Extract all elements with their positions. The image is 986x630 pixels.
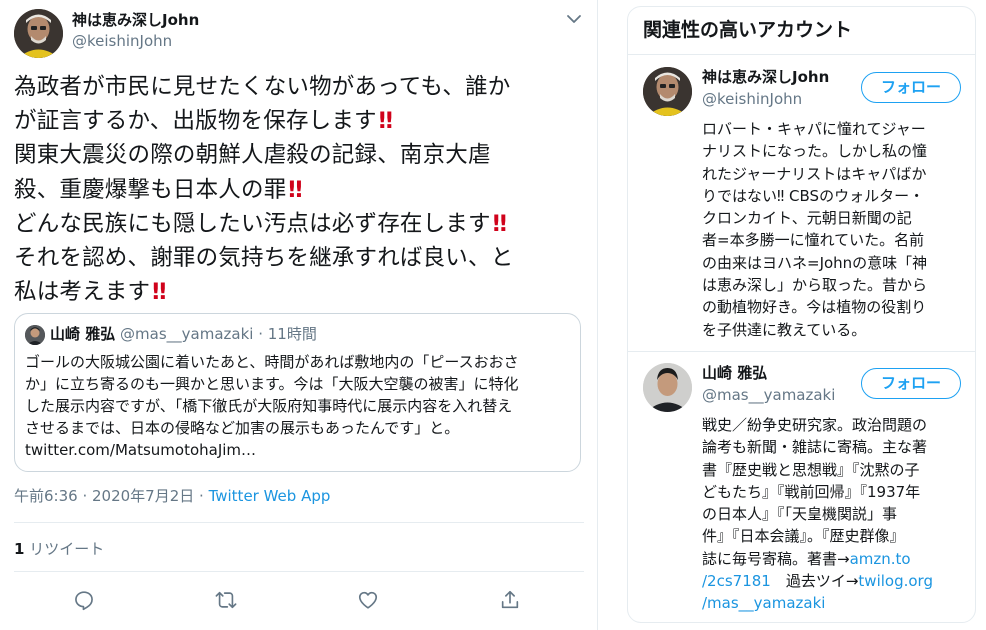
bio-line: クロンカイト、元朝日新聞の記	[702, 209, 912, 228]
bio-line: 誌に毎号寄稿。著書→amzn.to	[702, 549, 911, 568]
tweet-text-line: が証言するか、出版物を保存します‼	[14, 108, 393, 135]
quoted-tweet-header: 山崎 雅弘 @mas__yamazaki · 11時間	[50, 324, 317, 344]
retweet-count-label: リツイート	[24, 540, 105, 558]
double-exclamation-icon: ‼	[492, 210, 507, 237]
bio-line: 書『歴史戦と思想戦』『沈黙の子	[702, 460, 920, 479]
bio-line: ロバート・キャパに憧れてジャー	[702, 120, 926, 138]
quoted-text-line: させるまでは、日本の侵略など加害の展示もあったんです」と。	[25, 419, 460, 437]
bio-line: どもたち』『戦前回帰』『1937年	[702, 482, 921, 501]
follow-button[interactable]: フォロー	[861, 368, 961, 399]
tweet-text-line: 私は考えます‼	[14, 279, 166, 306]
quoted-text-line: か」に立ち寄るのも一興かと思います。今は「大阪大空襲の被害」に特化	[25, 375, 519, 393]
retweet-icon[interactable]	[211, 585, 241, 615]
account-card[interactable]: 神は恵み深しJohn @keishinJohn フォロー ロバート・キャパに憧れ…	[628, 67, 975, 352]
like-icon[interactable]	[353, 585, 383, 615]
divider	[14, 522, 584, 523]
bio-line: の由来はヨハネ=Johnの意味「神	[702, 253, 928, 272]
account-card[interactable]: 山崎 雅弘 @mas__yamazaki フォロー 戦史／紛争史研究家。政治問題…	[628, 363, 975, 618]
account-bio: ロバート・キャパに憧れてジャー ナリストになった。しかし私の憧 れたジャーナリス…	[702, 118, 964, 341]
author-name[interactable]: 神は恵み深しJohn	[72, 10, 199, 30]
relevant-accounts-panel: 関連性の高いアカウント 神は恵み深しJohn @keishinJohn フォロー…	[627, 6, 976, 623]
bio-line: の動植物好き。今は植物の役割り	[702, 298, 927, 317]
bio-line: れたジャーナリストはキャパばか	[702, 164, 927, 183]
bio-link[interactable]: twilog.org	[858, 572, 933, 590]
quoted-author-name: 山崎 雅弘	[50, 325, 116, 343]
tweet-detail: 神は恵み深しJohn @keishinJohn 為政者が市民に見せたくない物があ…	[0, 0, 598, 630]
bio-line: 件』『日本会議』。『歴史群像』	[702, 527, 905, 546]
share-icon[interactable]	[495, 585, 525, 615]
divider	[628, 351, 975, 352]
tweet-text-line: それを認め、謝罪の気持ちを継承すれば良い、と	[14, 245, 514, 272]
follow-button[interactable]: フォロー	[861, 72, 961, 103]
avatar[interactable]	[643, 67, 692, 116]
timestamp-text[interactable]: 午前6:36 · 2020年7月2日 ·	[14, 487, 209, 505]
bio-line: りではない‼ CBSのウォルター・	[702, 186, 925, 205]
retweet-count[interactable]: 1 リツイート	[14, 538, 104, 560]
account-handle[interactable]: @keishinJohn	[702, 89, 802, 109]
quoted-link: twitter.com/MatsumotohaJim…	[25, 441, 257, 459]
avatar	[25, 325, 45, 345]
quoted-author-handle-time: @mas__yamazaki · 11時間	[120, 325, 317, 343]
bio-line: の日本人』『「天皇機関説」事	[702, 505, 898, 524]
bio-line: を子供達に教えている。	[702, 320, 867, 339]
quoted-tweet[interactable]: 山崎 雅弘 @mas__yamazaki · 11時間 ゴールの大阪城公園に着い…	[14, 313, 581, 472]
bio-link[interactable]: /2cs7181	[702, 572, 771, 590]
double-exclamation-icon: ‼	[152, 279, 166, 306]
quoted-text-line: ゴールの大阪城公園に着いたあと、時間があれば敷地内の「ピースおおさ	[25, 353, 519, 371]
quoted-tweet-text: ゴールの大阪城公園に着いたあと、時間があれば敷地内の「ピースおおさ か」に立ち寄…	[25, 351, 577, 461]
avatar[interactable]	[14, 9, 63, 58]
bio-line: 者=本多勝一に憧れていた。名前	[702, 231, 925, 250]
source-link[interactable]: Twitter Web App	[209, 487, 331, 505]
double-exclamation-icon: ‼	[288, 176, 302, 203]
avatar[interactable]	[643, 363, 692, 412]
account-name[interactable]: 山崎 雅弘	[702, 363, 767, 383]
account-handle[interactable]: @mas__yamazaki	[702, 385, 835, 405]
bio-line: ナリストになった。しかし私の憧	[702, 142, 928, 161]
bio-line: 論考も新聞・雑誌に寄稿。主な著	[702, 438, 928, 457]
account-bio: 戦史／紛争史研究家。政治問題の 論考も新聞・雑誌に寄稿。主な著 書『歴史戦と思想…	[702, 414, 964, 615]
account-name[interactable]: 神は恵み深しJohn	[702, 67, 829, 87]
reply-icon[interactable]	[69, 585, 99, 615]
double-exclamation-icon: ‼	[378, 108, 393, 135]
author-handle[interactable]: @keishinJohn	[72, 31, 172, 51]
tweet-text-line: 関東大震災の際の朝鮮人虐殺の記録、南京大虐	[14, 142, 491, 169]
bio-line: 戦史／紛争史研究家。政治問題の	[702, 416, 928, 434]
divider	[14, 571, 584, 572]
bio-line: は恵み深し」から取った。昔から	[702, 276, 928, 295]
tweet-text: 為政者が市民に見せたくない物があっても、誰か が証言するか、出版物を保存します‼…	[14, 70, 584, 309]
tweet-timestamp: 午前6:36 · 2020年7月2日 · Twitter Web App	[14, 485, 330, 507]
bio-link[interactable]: /mas__yamazaki	[702, 592, 964, 614]
bio-line: /2cs7181 過去ツイ→twilog.org	[702, 572, 933, 591]
quoted-text-line: した展示内容ですが、「橋下徹氏が大阪府知事時代に展示内容を入れ替え	[25, 397, 513, 415]
panel-title: 関連性の高いアカウント	[643, 19, 853, 41]
tweet-text-line: 殺、重慶爆撃も日本人の罪‼	[14, 176, 303, 203]
tweet-text-line: 為政者が市民に見せたくない物があっても、誰か	[14, 74, 511, 100]
divider	[628, 54, 975, 55]
tweet-author[interactable]: 神は恵み深しJohn @keishinJohn	[14, 9, 584, 58]
bio-link[interactable]: amzn.to	[850, 550, 911, 568]
tweet-text-line: どんな民族にも隠したい汚点は必ず存在します‼	[14, 210, 507, 237]
retweet-count-value: 1	[14, 540, 25, 558]
tweet-actions	[0, 585, 598, 615]
chevron-down-icon[interactable]	[564, 11, 584, 27]
